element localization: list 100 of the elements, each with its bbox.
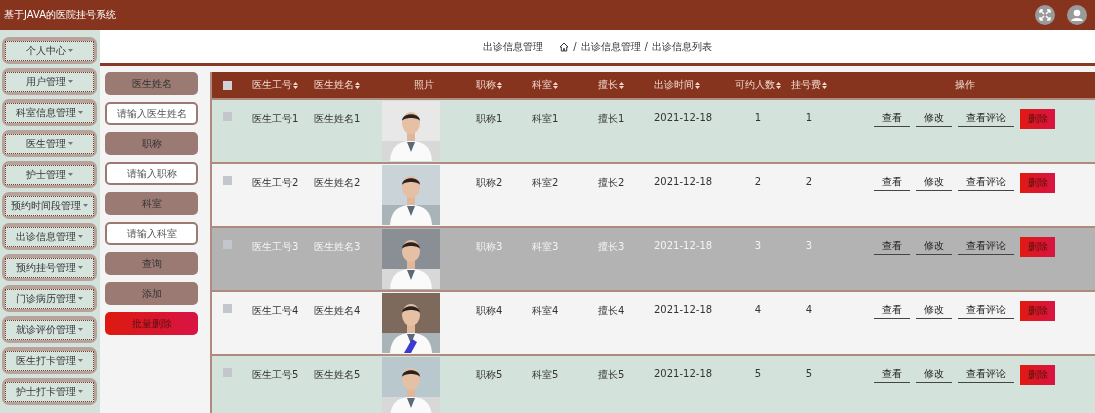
caret-icon — [78, 111, 83, 114]
action-link[interactable]: 查看 — [874, 365, 910, 383]
column-header[interactable]: 医生工号 — [252, 78, 292, 92]
caret-icon — [78, 390, 83, 393]
sidebar-menu-item[interactable]: 护士管理 — [2, 161, 97, 188]
action-link[interactable]: 修改 — [916, 109, 952, 127]
field-label: 科室 — [105, 192, 198, 215]
breadcrumb-item[interactable]: 出诊信息管理 — [580, 39, 641, 54]
table-cell-text: 医生工号1 — [251, 112, 300, 126]
table-cell-text: 2 — [753, 175, 763, 189]
table-cell-text: 2021-12-18 — [653, 367, 714, 381]
caret-icon — [78, 266, 83, 269]
table-cell-text: 擅长4 — [597, 304, 626, 318]
table-cell-text: 职称2 — [475, 176, 504, 190]
caret-icon — [83, 204, 88, 207]
sidebar-menu-item[interactable]: 护士打卡管理 — [2, 378, 97, 405]
table-cell-text: 职称4 — [475, 304, 504, 318]
table-cell-text: 科室4 — [531, 304, 560, 318]
sort-icon[interactable] — [293, 81, 298, 89]
table-cell-text: 医生姓名2 — [313, 176, 362, 190]
table-cell-text: 3 — [753, 239, 763, 253]
table-cell-text: 4 — [753, 303, 763, 317]
table-row[interactable]: 医生工号2 医生姓名2 职称2 科室2 擅长2 2021-12-18 2 2 查看 修改 查看评论 删除 — [212, 164, 1095, 228]
field-label: 医生姓名 — [105, 72, 198, 95]
checkbox[interactable] — [223, 80, 232, 90]
sidebar-menu-item[interactable]: 就诊评价管理 — [2, 316, 97, 343]
checkbox[interactable] — [223, 112, 232, 121]
column-header[interactable]: 出诊时间 — [654, 78, 694, 92]
column-header[interactable]: 科室 — [532, 78, 552, 92]
sort-icon[interactable] — [776, 81, 781, 89]
checkbox[interactable] — [223, 304, 232, 313]
table-cell-text: 5 — [753, 367, 763, 381]
sidebar-menu-item[interactable]: 科室信息管理 — [2, 99, 97, 126]
sidebar-menu-item[interactable]: 门诊病历管理 — [2, 285, 97, 312]
fullscreen-icon[interactable] — [1035, 5, 1055, 25]
sidebar-menu-item[interactable]: 出诊信息管理 — [2, 223, 97, 250]
table-cell-text: 科室5 — [531, 368, 560, 382]
table-row[interactable]: 医生工号1 医生姓名1 职称1 科室1 擅长1 2021-12-18 1 1 查看 修改 查看评论 删除 — [212, 100, 1095, 164]
caret-icon — [78, 328, 83, 331]
action-link[interactable]: 查看评论 — [958, 301, 1014, 319]
column-header[interactable]: 医生姓名 — [314, 78, 354, 92]
action-link[interactable]: 查看 — [874, 237, 910, 255]
input-field[interactable]: 请输入职称 — [105, 162, 198, 185]
table-cell-text: 2021-12-18 — [653, 111, 714, 125]
action-link[interactable]: 查看评论 — [958, 109, 1014, 127]
sort-icon[interactable] — [695, 81, 700, 89]
sidebar-menu-item[interactable]: 个人中心 — [2, 37, 97, 64]
sidebar-menu-item[interactable]: 医生管理 — [2, 130, 97, 157]
breadcrumb-separator: / — [573, 41, 577, 52]
table-cell-text: 1 — [753, 111, 763, 125]
action-link[interactable]: 查看 — [874, 301, 910, 319]
caret-icon — [78, 297, 83, 300]
column-header: 照片 — [414, 78, 434, 92]
sidebar-menu-item[interactable]: 医生打卡管理 — [2, 347, 97, 374]
checkbox[interactable] — [223, 176, 232, 185]
table-cell-text: 医生工号2 — [251, 176, 300, 190]
sort-icon[interactable] — [553, 81, 558, 89]
sort-icon[interactable] — [497, 81, 502, 89]
action-link[interactable]: 修改 — [916, 237, 952, 255]
home-icon[interactable] — [559, 41, 570, 52]
table-cell-text: 医生姓名5 — [313, 368, 362, 382]
action-link[interactable]: 查看评论 — [958, 365, 1014, 383]
table-cell-text: 医生姓名4 — [313, 304, 362, 318]
table-cell-text: 科室2 — [531, 176, 560, 190]
action-link[interactable]: 查看评论 — [958, 173, 1014, 191]
sort-icon[interactable] — [822, 81, 827, 89]
table-cell-text: 5 — [804, 367, 814, 381]
table-cell-text: 1 — [804, 111, 814, 125]
sidebar-menu-item[interactable]: 预约时间段管理 — [2, 192, 97, 219]
column-header[interactable]: 擅长 — [598, 78, 618, 92]
sort-icon[interactable] — [355, 81, 360, 89]
breadcrumb-item[interactable]: 出诊信息列表 — [651, 39, 712, 54]
column-header[interactable]: 挂号费 — [791, 78, 821, 92]
column-header[interactable]: 职称 — [476, 78, 496, 92]
table-row[interactable]: 医生工号4 医生姓名4 职称4 科室4 擅长4 2021-12-18 4 4 查看 修改 查看评论 删除 — [212, 292, 1095, 356]
table-cell-text: 2021-12-18 — [653, 239, 714, 253]
column-header: 操作 — [954, 78, 975, 92]
column-header[interactable]: 可约人数 — [735, 78, 775, 92]
input-field[interactable]: 请输入医生姓名 — [105, 102, 198, 125]
sort-icon[interactable] — [619, 81, 624, 89]
table-cell-text: 擅长5 — [597, 368, 626, 382]
caret-icon — [78, 235, 83, 238]
sidebar-menu-item[interactable]: 用户管理 — [2, 68, 97, 95]
caret-icon — [78, 359, 83, 362]
action-link[interactable]: 修改 — [916, 365, 952, 383]
input-field[interactable]: 请输入科室 — [105, 222, 198, 245]
action-link[interactable]: 查看 — [874, 109, 910, 127]
table-row[interactable]: 医生工号5 医生姓名5 职称5 科室5 擅长5 2021-12-18 5 5 查看 修改 查看评论 删除 — [212, 356, 1095, 413]
table-cell-text: 2021-12-18 — [653, 175, 714, 189]
app-title: 基于JAVA的医院挂号系统 — [4, 8, 117, 22]
action-link[interactable]: 查看 — [874, 173, 910, 191]
sidebar-menu-item[interactable]: 预约挂号管理 — [2, 254, 97, 281]
checkbox[interactable] — [223, 368, 232, 377]
user-icon[interactable] — [1067, 5, 1087, 25]
table-cell-text: 医生姓名1 — [313, 112, 362, 126]
action-link[interactable]: 查看评论 — [958, 237, 1014, 255]
action-link[interactable]: 修改 — [916, 173, 952, 191]
checkbox[interactable] — [223, 240, 232, 249]
table-cell-text: 3 — [804, 239, 814, 253]
action-link[interactable]: 修改 — [916, 301, 952, 319]
